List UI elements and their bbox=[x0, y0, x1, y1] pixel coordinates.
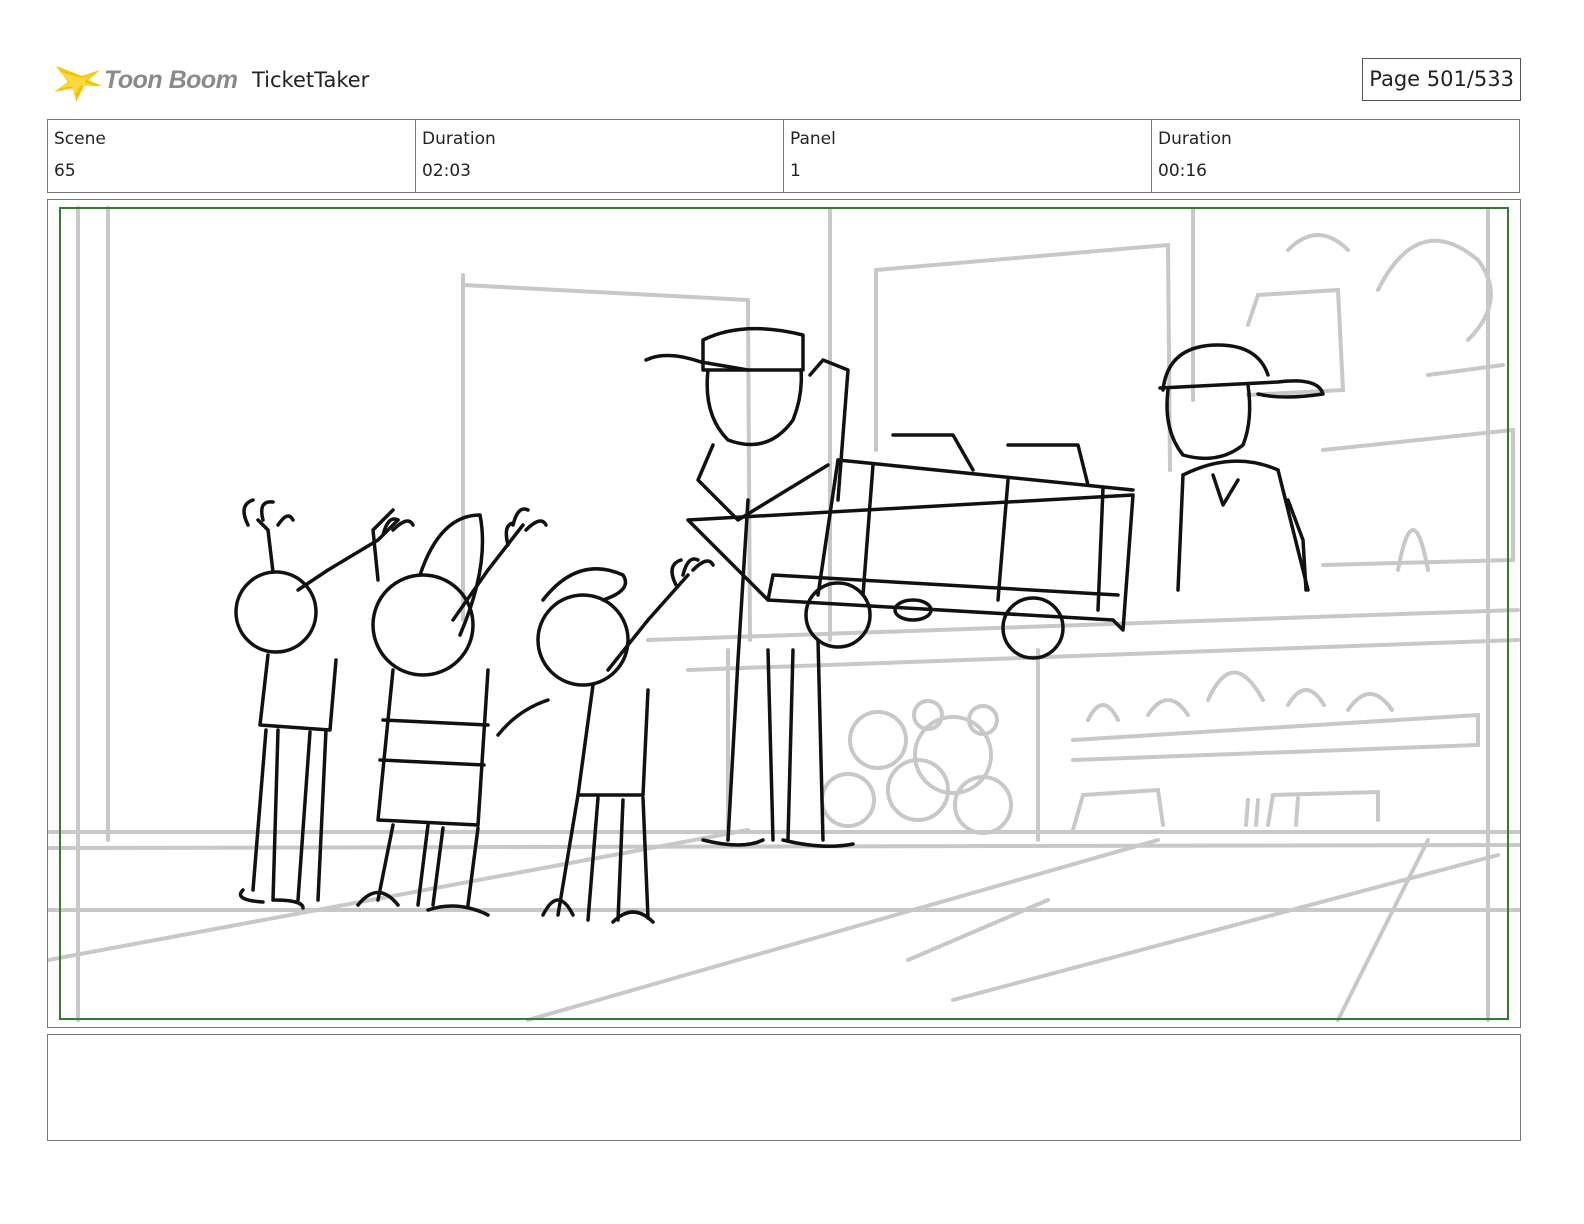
scene-duration-cell: Duration 02:03 bbox=[416, 120, 784, 192]
storyboard-panel bbox=[47, 199, 1521, 1028]
scene-label: Scene bbox=[54, 129, 106, 149]
panel-cell: Panel 1 bbox=[784, 120, 1152, 192]
scene-duration-value: 02:03 bbox=[422, 161, 471, 181]
scene-value: 65 bbox=[54, 161, 76, 181]
starburst-logo-icon bbox=[54, 66, 102, 102]
panel-info-table: Scene 65 Duration 02:03 Panel 1 Duration… bbox=[47, 119, 1520, 193]
page-number: Page 501/533 bbox=[1362, 58, 1521, 101]
project-title: TicketTaker bbox=[252, 68, 370, 92]
scene-duration-label: Duration bbox=[422, 129, 496, 149]
panel-duration-label: Duration bbox=[1158, 129, 1232, 149]
toon-boom-logo: Toon Boom bbox=[48, 56, 243, 106]
panel-value: 1 bbox=[790, 161, 801, 181]
panel-duration-cell: Duration 00:16 bbox=[1152, 120, 1519, 192]
panel-duration-value: 00:16 bbox=[1158, 161, 1207, 181]
storyboard-sketch bbox=[48, 206, 1520, 1022]
brand-name: Toon Boom bbox=[104, 66, 238, 94]
page-header: Toon Boom TicketTaker Page 501/533 bbox=[48, 54, 1521, 106]
panel-notes bbox=[47, 1034, 1521, 1141]
panel-label: Panel bbox=[790, 129, 836, 149]
scene-cell: Scene 65 bbox=[48, 120, 416, 192]
